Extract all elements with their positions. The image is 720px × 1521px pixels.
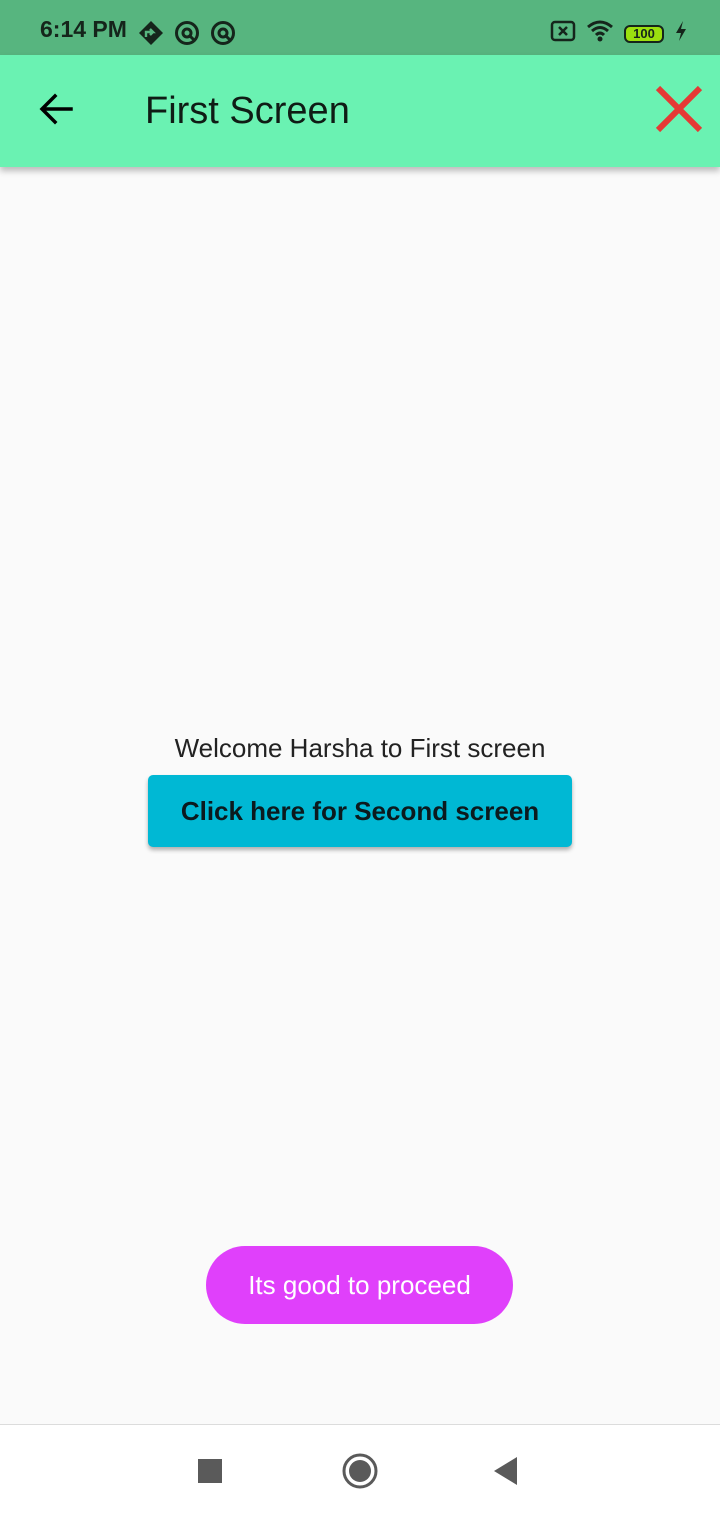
back-button[interactable]: [20, 75, 92, 147]
circle-notification-icon: [210, 20, 236, 51]
map-icon: [138, 20, 164, 51]
close-button[interactable]: [648, 80, 710, 142]
close-icon: [654, 84, 704, 139]
home-button[interactable]: [336, 1449, 384, 1497]
status-time: 6:14 PM: [40, 16, 127, 42]
back-triangle-icon: [493, 1456, 519, 1491]
recents-square-icon: [198, 1458, 222, 1488]
wifi-icon: [586, 20, 614, 47]
arrow-left-icon: [38, 91, 74, 132]
circle-notification-icon: [174, 20, 200, 51]
toast-message: Its good to proceed: [206, 1246, 513, 1324]
status-notification-icons: [138, 20, 236, 51]
second-screen-button[interactable]: Click here for Second screen: [148, 775, 572, 847]
welcome-text: Welcome Harsha to First screen: [174, 733, 546, 763]
home-circle-icon: [341, 1452, 379, 1495]
status-bar: 6:14 PM 100: [0, 0, 720, 55]
charging-icon: [674, 20, 688, 47]
no-sim-icon: [550, 20, 576, 47]
status-system-icons: 100: [550, 20, 688, 47]
page-title: First Screen: [145, 90, 350, 132]
navigation-bar: [0, 1424, 720, 1521]
app-bar: First Screen: [0, 55, 720, 167]
recents-button[interactable]: [186, 1449, 234, 1497]
back-nav-button[interactable]: [482, 1449, 530, 1497]
battery-icon: 100: [624, 24, 664, 43]
